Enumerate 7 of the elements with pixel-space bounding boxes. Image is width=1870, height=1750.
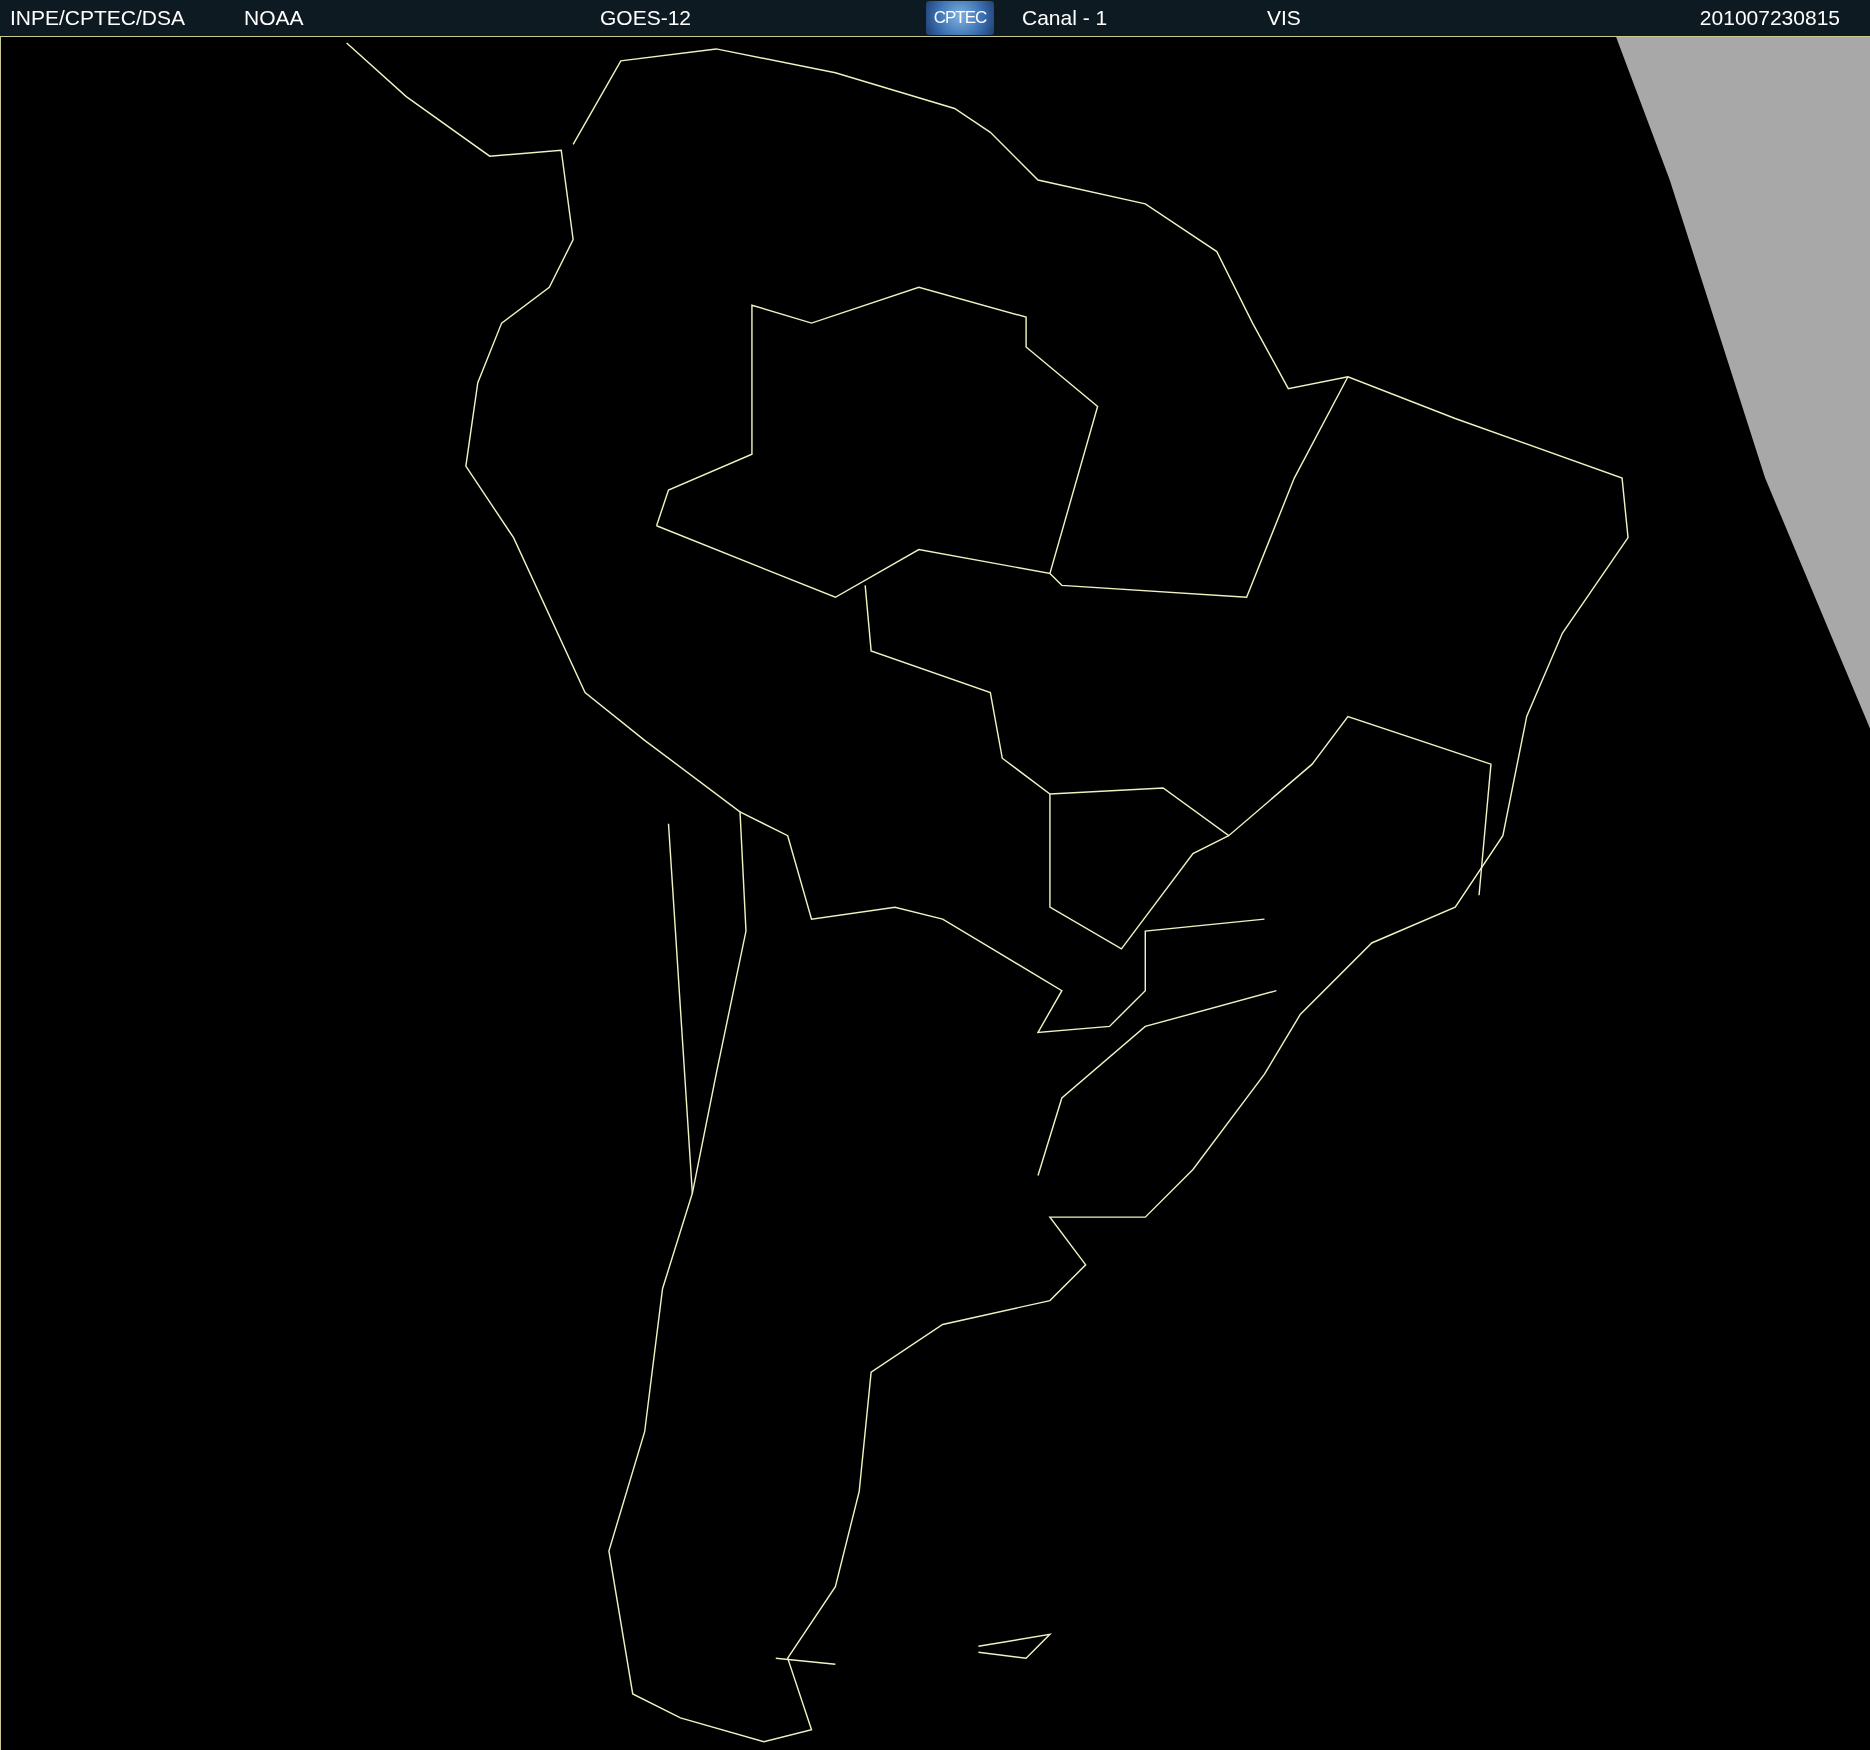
cptec-logo: CPTEC bbox=[926, 1, 994, 35]
header-label: INPE/CPTEC/DSA bbox=[10, 6, 187, 30]
header-label: NOAA bbox=[244, 6, 305, 30]
header-label: VIS bbox=[1267, 6, 1302, 30]
header-label: GOES-12 bbox=[600, 6, 693, 30]
header-label: Canal - 1 bbox=[1022, 6, 1109, 30]
timestamp-label: 201007230815 bbox=[1699, 6, 1841, 30]
